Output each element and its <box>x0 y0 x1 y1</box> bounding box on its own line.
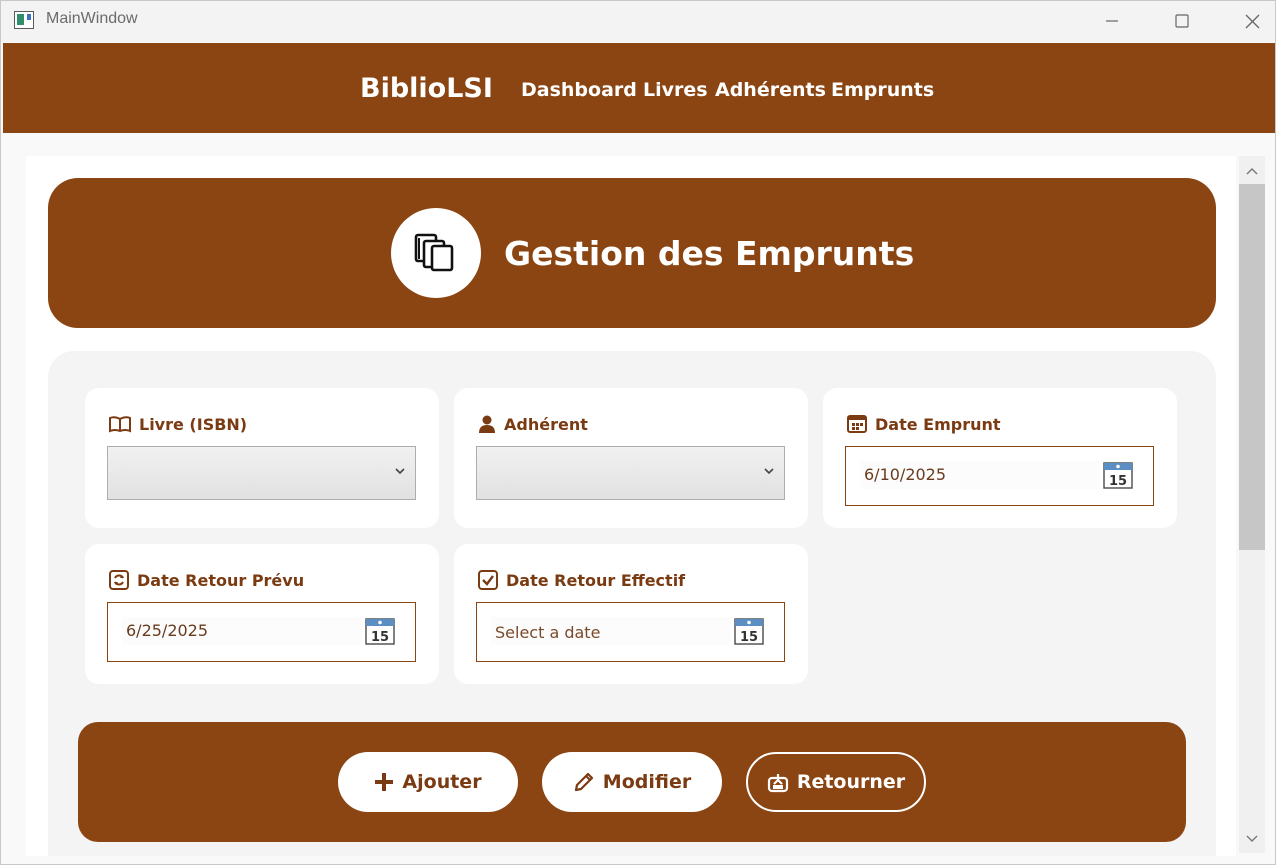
nav-bar: BiblioLSI Dashboard Livres Adhérents Emp… <box>3 43 1275 133</box>
date-emprunt-label-text: Date Emprunt <box>875 414 1001 434</box>
date-retour-effectif-picker[interactable]: Select a date 15 <box>476 602 785 662</box>
adherent-label: Adhérent <box>478 414 588 434</box>
svg-text:15: 15 <box>740 630 758 645</box>
nav-link-emprunts[interactable]: Emprunts <box>831 79 934 101</box>
scroll-down-button[interactable] <box>1243 830 1261 848</box>
open-book-icon <box>109 416 131 433</box>
scroll-thumb[interactable] <box>1239 184 1265 550</box>
date-emprunt-field-card: Date Emprunt 6/10/2025 15 <box>823 388 1177 528</box>
page-title: Gestion des Emprunts <box>504 234 915 273</box>
date-retour-effectif-label-text: Date Retour Effectif <box>506 570 686 590</box>
adherent-combobox[interactable] <box>476 446 785 500</box>
date-retour-effectif-placeholder[interactable]: Select a date <box>495 623 600 642</box>
close-button[interactable] <box>1217 1 1275 41</box>
scroll-up-button[interactable] <box>1243 162 1261 180</box>
adherent-label-text: Adhérent <box>504 414 588 434</box>
minimize-button[interactable] <box>1077 1 1147 41</box>
date-retour-effectif-field-card: Date Retour Effectif Select a date 15 <box>454 544 808 684</box>
calendar-button-icon[interactable]: 15 <box>1103 461 1133 489</box>
nav-link-adherents[interactable]: Adhérents <box>715 79 826 101</box>
refresh-calendar-icon <box>109 570 129 590</box>
return-button-label: Retourner <box>796 771 906 793</box>
app-icon <box>14 11 34 29</box>
chevron-down-icon <box>764 468 774 475</box>
date-emprunt-value[interactable]: 6/10/2025 <box>864 465 946 484</box>
main-window: MainWindow BiblioLSI Dashboard Livres Ad… <box>0 0 1276 865</box>
calendar-button-icon[interactable]: 15 <box>365 617 395 645</box>
chevron-down-icon <box>1246 835 1258 842</box>
window-title: MainWindow <box>46 10 138 27</box>
modify-button-label: Modifier <box>602 771 692 793</box>
nav-link-livres[interactable]: Livres <box>643 79 708 101</box>
brand-title: BiblioLSI <box>360 73 493 104</box>
maximize-icon <box>1175 14 1189 28</box>
date-retour-prevu-label: Date Retour Prévu <box>109 570 304 590</box>
adherent-field-card: Adhérent <box>454 388 808 528</box>
date-emprunt-picker[interactable]: 6/10/2025 15 <box>845 446 1154 506</box>
date-retour-effectif-label: Date Retour Effectif <box>478 570 685 590</box>
checkbox-icon <box>478 570 498 590</box>
pencil-icon <box>574 772 593 792</box>
add-button-label: Ajouter <box>402 771 482 793</box>
vertical-scrollbar[interactable] <box>1239 156 1265 853</box>
date-retour-prevu-field-card: Date Retour Prévu 6/25/2025 15 <box>85 544 439 684</box>
action-bar: Ajouter Modifier Retourner <box>78 722 1186 842</box>
date-retour-prevu-label-text: Date Retour Prévu <box>137 570 305 590</box>
livre-label-text: Livre (ISBN) <box>139 414 248 434</box>
return-box-icon <box>767 774 788 793</box>
user-icon <box>479 415 495 433</box>
svg-text:15: 15 <box>1109 474 1127 489</box>
nav-link-dashboard[interactable]: Dashboard <box>521 79 637 101</box>
livre-label: Livre (ISBN) <box>109 414 247 434</box>
livre-field-card: Livre (ISBN) <box>85 388 439 528</box>
livre-combobox[interactable] <box>107 446 416 500</box>
close-icon <box>1245 14 1259 28</box>
date-emprunt-label: Date Emprunt <box>847 414 1001 434</box>
calendar-icon <box>847 415 867 433</box>
minimize-icon <box>1106 20 1118 22</box>
calendar-button-icon[interactable]: 15 <box>734 617 764 645</box>
content-area: Gestion des Emprunts Livre (ISBN) Adhére… <box>26 156 1236 856</box>
chevron-down-icon <box>395 468 405 475</box>
svg-text:15: 15 <box>371 630 389 645</box>
add-button[interactable]: Ajouter <box>338 752 518 812</box>
date-retour-prevu-value[interactable]: 6/25/2025 <box>126 621 208 640</box>
title-bar[interactable]: MainWindow <box>1 1 1275 42</box>
header-icon-circle <box>391 208 481 298</box>
plus-icon <box>375 773 394 791</box>
return-button[interactable]: Retourner <box>746 752 926 812</box>
date-retour-prevu-picker[interactable]: 6/25/2025 15 <box>107 602 416 662</box>
page-header: Gestion des Emprunts <box>48 178 1216 328</box>
maximize-button[interactable] <box>1147 1 1217 41</box>
books-icon <box>414 233 454 272</box>
chevron-up-icon <box>1246 168 1258 175</box>
modify-button[interactable]: Modifier <box>542 752 722 812</box>
